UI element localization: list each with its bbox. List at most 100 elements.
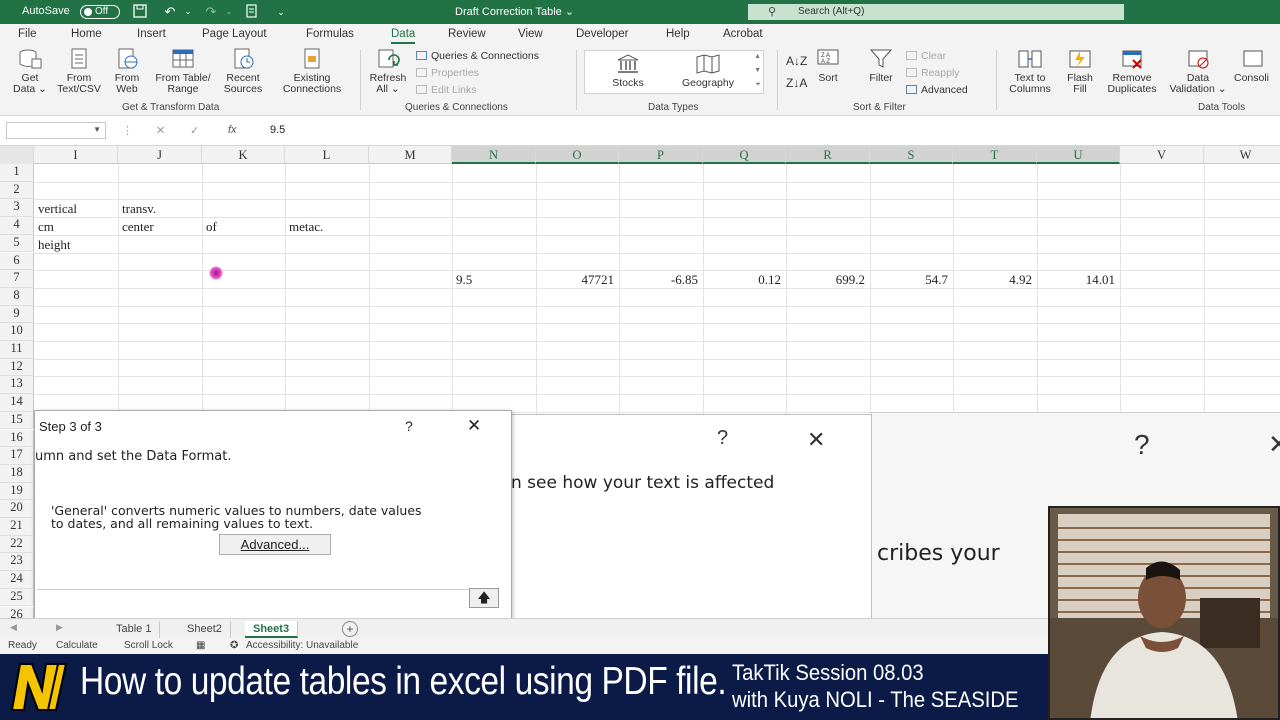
tab-home[interactable]: Home bbox=[71, 28, 102, 40]
row-header-16[interactable]: 16 bbox=[0, 429, 34, 448]
tab-page-layout[interactable]: Page Layout bbox=[202, 28, 267, 40]
row-header-1[interactable]: 1 bbox=[0, 164, 34, 182]
tab-acrobat[interactable]: Acrobat bbox=[723, 28, 763, 40]
column-header-p[interactable]: P bbox=[619, 146, 703, 164]
queries-connections-button[interactable]: Queries & Connections bbox=[416, 50, 539, 62]
sort-ascending-icon[interactable]: A↓Z bbox=[786, 54, 807, 68]
search-input[interactable]: ⚲ Search (Alt+Q) bbox=[748, 4, 1124, 20]
row-header-10[interactable]: 10 bbox=[0, 323, 34, 341]
sheet-tab-sheet2[interactable]: Sheet2 bbox=[179, 621, 231, 638]
cell-s7[interactable]: 54.7 bbox=[870, 272, 948, 288]
cell-i4[interactable]: cm bbox=[38, 219, 54, 235]
tab-view[interactable]: View bbox=[518, 28, 543, 40]
tab-help[interactable]: Help bbox=[666, 28, 690, 40]
column-header-i[interactable]: I bbox=[34, 146, 118, 164]
row-header-3[interactable]: 3 bbox=[0, 199, 34, 218]
data-validation-button[interactable]: Data Validation ⌄ bbox=[1164, 48, 1232, 95]
row-header-18[interactable]: 18 bbox=[0, 464, 34, 483]
cell-r7[interactable]: 699.2 bbox=[786, 272, 865, 288]
cell-u7[interactable]: 14.01 bbox=[1037, 272, 1115, 288]
existing-connections-button[interactable]: Existing Connections bbox=[276, 48, 348, 95]
row-header-25[interactable]: 25 bbox=[0, 588, 34, 607]
tab-insert[interactable]: Insert bbox=[137, 28, 166, 40]
row-header-9[interactable]: 9 bbox=[0, 305, 34, 324]
dialog-mid-close-icon[interactable]: ✕ bbox=[807, 427, 825, 453]
row-header-12[interactable]: 12 bbox=[0, 358, 34, 377]
insert-function-icon[interactable]: fx bbox=[228, 124, 237, 136]
column-header-o[interactable]: O bbox=[536, 146, 619, 164]
sheet-tab-table-1[interactable]: Table 1 bbox=[108, 621, 161, 638]
column-header-t[interactable]: T bbox=[953, 146, 1037, 164]
refresh-all-button[interactable]: Refresh All ⌄ bbox=[366, 48, 410, 95]
cell-n7[interactable]: 9.5 bbox=[456, 272, 472, 288]
redo-icon[interactable]: ↷ bbox=[203, 4, 219, 20]
cell-i3[interactable]: vertical bbox=[38, 201, 77, 217]
cancel-icon[interactable]: ✕ bbox=[156, 124, 165, 137]
save-icon[interactable] bbox=[132, 4, 148, 20]
sort-descending-icon[interactable]: Z↓A bbox=[786, 76, 807, 90]
dialog-back-help-icon[interactable]: ? bbox=[1134, 429, 1150, 461]
column-header-q[interactable]: Q bbox=[703, 146, 786, 164]
cell-t7[interactable]: 4.92 bbox=[953, 272, 1032, 288]
clear-button[interactable]: Clear bbox=[906, 50, 946, 62]
dialog-help-icon[interactable]: ? bbox=[405, 418, 413, 434]
row-header-8[interactable]: 8 bbox=[0, 287, 34, 306]
cell-o7[interactable]: 47721 bbox=[536, 272, 615, 288]
text-to-columns-button[interactable]: Text to Columns bbox=[1004, 48, 1056, 95]
dialog-mid-help-icon[interactable]: ? bbox=[717, 427, 728, 450]
sort-button[interactable]: Z AA Z Sort bbox=[812, 48, 844, 84]
column-header-n[interactable]: N bbox=[452, 146, 536, 164]
cell-i5[interactable]: height bbox=[38, 237, 71, 253]
column-header-l[interactable]: L bbox=[285, 146, 369, 164]
row-header-4[interactable]: 4 bbox=[0, 217, 34, 235]
row-header-5[interactable]: 5 bbox=[0, 234, 34, 253]
row-header-13[interactable]: 13 bbox=[0, 376, 34, 395]
tab-file[interactable]: File bbox=[18, 28, 37, 40]
select-all-corner[interactable] bbox=[0, 146, 34, 164]
get-data-button[interactable]: Get Data ⌄ bbox=[8, 48, 52, 95]
undo-icon[interactable]: ↶ bbox=[162, 4, 178, 20]
status-calculate[interactable]: Calculate bbox=[56, 640, 98, 651]
row-header-21[interactable]: 21 bbox=[0, 518, 34, 536]
cell-p7[interactable]: -6.85 bbox=[619, 272, 698, 288]
gallery-down-icon[interactable]: ▼ bbox=[754, 67, 761, 74]
print-preview-icon[interactable] bbox=[244, 4, 260, 20]
collapse-dialog-icon[interactable]: 🡅 bbox=[469, 588, 499, 608]
row-header-15[interactable]: 15 bbox=[0, 411, 34, 430]
name-box[interactable]: ▼ bbox=[6, 122, 106, 139]
reapply-button[interactable]: Reapply bbox=[906, 67, 960, 79]
row-header-2[interactable]: 2 bbox=[0, 181, 34, 200]
advanced-filter-button[interactable]: Advanced bbox=[906, 84, 968, 96]
row-header-11[interactable]: 11 bbox=[0, 341, 34, 359]
recent-sources-button[interactable]: Recent Sources bbox=[220, 48, 266, 95]
row-header-7[interactable]: 7 bbox=[0, 270, 34, 288]
row-header-14[interactable]: 14 bbox=[0, 394, 34, 412]
column-header-v[interactable]: V bbox=[1120, 146, 1204, 164]
name-box-dropdown-icon[interactable]: ▼ bbox=[93, 125, 101, 134]
column-header-k[interactable]: K bbox=[202, 146, 285, 164]
dialog-back-close-icon[interactable]: ✕ bbox=[1268, 429, 1280, 460]
row-header-6[interactable]: 6 bbox=[0, 252, 34, 271]
advanced-button[interactable]: Advanced... bbox=[219, 534, 331, 555]
customize-toolbar-icon[interactable]: ⌄ bbox=[273, 4, 289, 20]
gallery-up-icon[interactable]: ▲ bbox=[754, 53, 761, 60]
row-header-23[interactable]: 23 bbox=[0, 553, 34, 572]
document-title[interactable]: Draft Correction Table ⌄ bbox=[455, 5, 574, 18]
row-header-17[interactable]: 17 bbox=[0, 447, 34, 465]
scroll-right-icon[interactable]: ▶ bbox=[56, 622, 63, 633]
row-header-22[interactable]: 22 bbox=[0, 535, 34, 554]
tab-review[interactable]: Review bbox=[448, 28, 486, 40]
redo-dropdown-icon[interactable]: ⌄ bbox=[221, 4, 237, 20]
from-text-csv-button[interactable]: From Text/CSV bbox=[54, 48, 104, 95]
gallery-more-icon[interactable]: ⏷ bbox=[755, 81, 761, 89]
consolidate-button[interactable]: Consoli bbox=[1234, 48, 1280, 84]
row-header-24[interactable]: 24 bbox=[0, 571, 34, 589]
enter-icon[interactable]: ✓ bbox=[190, 124, 199, 137]
column-header-w[interactable]: W bbox=[1204, 146, 1280, 164]
tab-formulas[interactable]: Formulas bbox=[306, 28, 354, 40]
column-header-j[interactable]: J bbox=[118, 146, 202, 164]
row-header-19[interactable]: 19 bbox=[0, 482, 34, 501]
cell-j4[interactable]: center bbox=[122, 219, 154, 235]
column-header-m[interactable]: M bbox=[369, 146, 452, 164]
row-header-20[interactable]: 20 bbox=[0, 500, 34, 518]
